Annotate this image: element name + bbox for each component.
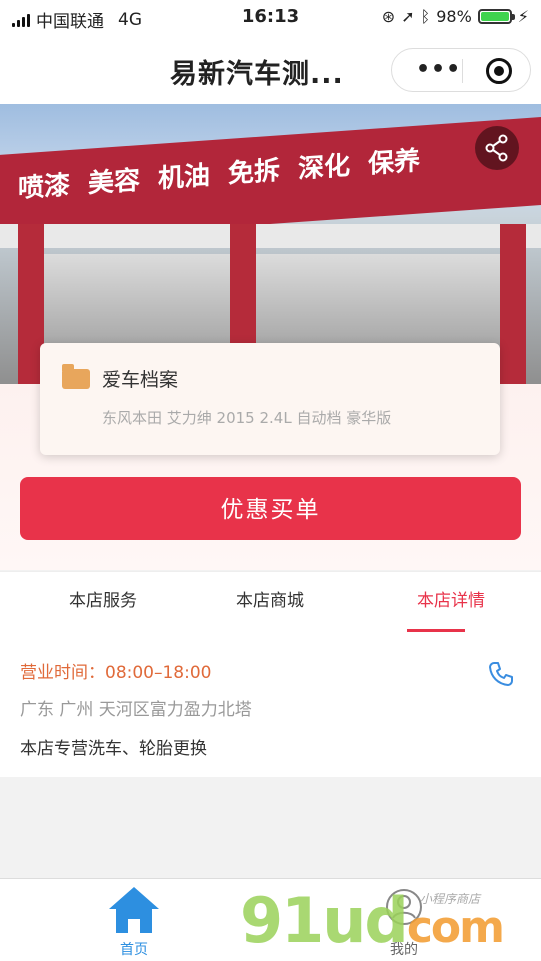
store-description: 本店专营洗车、轮胎更换	[20, 739, 207, 759]
shop-sign-word: 美容	[88, 165, 141, 200]
watermark-main: 91ud	[240, 884, 409, 957]
shop-sign-word: 保养	[368, 146, 421, 180]
share-icon[interactable]	[475, 126, 519, 170]
phone-icon[interactable]	[487, 660, 515, 688]
folder-icon	[62, 364, 90, 389]
shop-sign-word: 机油	[158, 160, 211, 195]
tab-label: 本店商城	[236, 591, 304, 611]
battery-percent: 98%	[436, 7, 472, 26]
shop-sign-word: 免拆	[228, 155, 281, 190]
status-right: ⊛ ➚ ᛒ 98% ⚡	[382, 7, 529, 26]
discount-pay-button[interactable]: 优惠买单	[20, 477, 521, 540]
bottom-tab-label: 首页	[120, 942, 148, 958]
shop-sign-word: 喷漆	[18, 170, 71, 205]
banner-pillar	[500, 224, 526, 384]
bottom-tab-home[interactable]: 首页	[34, 879, 234, 961]
more-dots-icon[interactable]: •••	[416, 59, 461, 81]
watermark-suffix: com	[406, 902, 505, 953]
banner-beam	[0, 224, 541, 248]
store-tabs: 本店服务 本店商城 本店详情	[0, 571, 541, 633]
page-title: 易新汽车测...	[170, 59, 344, 90]
target-circle-icon[interactable]	[486, 58, 512, 84]
tab-label: 本店服务	[69, 591, 137, 611]
watermark-caption: 小程序商店	[420, 892, 481, 906]
car-model: 东风本田 艾力绅 2015 2.4L 自动档 豪华版	[102, 409, 392, 427]
orientation-lock-icon: ⊛	[381, 7, 396, 26]
home-icon	[109, 887, 159, 933]
tab-label: 本店详情	[417, 591, 485, 611]
battery-icon	[477, 9, 515, 24]
shop-banner-image: 喷漆 美容 机油 免拆 深化 保养	[0, 104, 541, 384]
tab-store-services[interactable]: 本店服务	[13, 572, 193, 632]
store-address: 广东 广州 天河区富力盈力北塔	[20, 700, 252, 720]
car-archive-card[interactable]: 爱车档案 东风本田 艾力绅 2015 2.4L 自动档 豪华版	[40, 343, 500, 455]
location-icon: ➚	[401, 7, 415, 26]
car-archive-title: 爱车档案	[102, 369, 179, 391]
store-details-panel: 营业时间：08:00–18:00 广东 广州 天河区富力盈力北塔 本店专营洗车、…	[0, 632, 541, 777]
tab-store-details[interactable]: 本店详情	[361, 572, 541, 632]
mini-program-capsule: •••	[391, 48, 531, 92]
status-bar: 中国联通 4G 16:13 ⊛ ➚ ᛒ 98% ⚡	[0, 0, 541, 36]
nav-bar: 易新汽车测... •••	[0, 36, 541, 104]
business-hours: 营业时间：08:00–18:00	[20, 663, 212, 683]
shop-sign-word: 深化	[298, 150, 351, 185]
battery-fill	[480, 12, 509, 21]
bluetooth-icon: ᛒ	[420, 7, 431, 26]
capsule-divider	[462, 59, 463, 83]
charging-icon: ⚡	[517, 7, 529, 26]
tab-store-mall[interactable]: 本店商城	[180, 572, 360, 632]
